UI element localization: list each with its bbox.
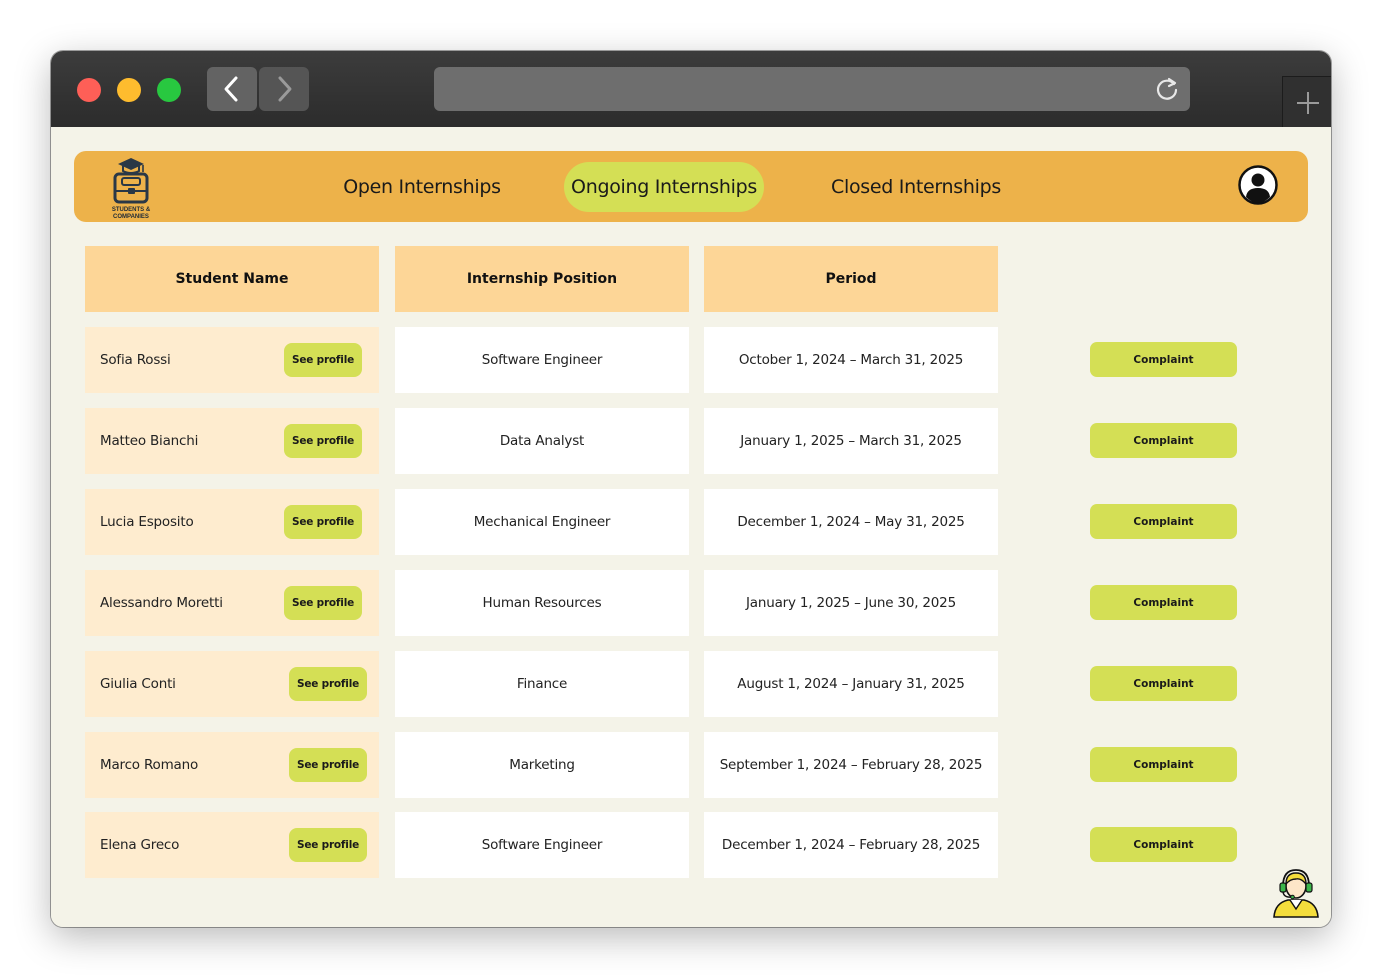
internship-position: Marketing — [395, 732, 689, 798]
tab-closed-internships[interactable]: Closed Internships — [824, 162, 1008, 212]
see-profile-button[interactable]: See profile — [289, 828, 367, 862]
complaint-button[interactable]: Complaint — [1090, 827, 1237, 862]
internship-period: January 1, 2025 – March 31, 2025 — [704, 408, 998, 474]
internship-period: August 1, 2024 – January 31, 2025 — [704, 651, 998, 717]
internship-period: October 1, 2024 – March 31, 2025 — [704, 327, 998, 393]
internship-period: December 1, 2024 – February 28, 2025 — [704, 812, 998, 878]
complaint-button[interactable]: Complaint — [1090, 504, 1237, 539]
table-row-name-cell: Elena Greco See profile — [85, 812, 379, 878]
student-name: Elena Greco — [100, 837, 180, 853]
student-name: Marco Romano — [100, 757, 199, 773]
chevron-left-icon — [224, 76, 238, 102]
page-content: STUDENTS & COMPANIES Open Internships On… — [51, 127, 1331, 927]
browser-window: STUDENTS & COMPANIES Open Internships On… — [51, 51, 1331, 927]
header-internship-position: Internship Position — [395, 246, 689, 312]
maximize-window-button[interactable] — [157, 78, 181, 102]
see-profile-button[interactable]: See profile — [289, 748, 367, 782]
user-profile-icon[interactable] — [1237, 164, 1279, 206]
table-row-name-cell: Giulia Conti See profile — [85, 651, 379, 717]
browser-titlebar — [51, 51, 1331, 128]
see-profile-button[interactable]: See profile — [284, 505, 362, 539]
complaint-button[interactable]: Complaint — [1090, 342, 1237, 377]
internship-position: Finance — [395, 651, 689, 717]
new-tab-button[interactable] — [1282, 76, 1331, 128]
reload-icon[interactable] — [1154, 76, 1180, 102]
table-row-name-cell: Matteo Bianchi See profile — [85, 408, 379, 474]
internship-period: December 1, 2024 – May 31, 2025 — [704, 489, 998, 555]
internship-position: Data Analyst — [395, 408, 689, 474]
see-profile-button[interactable]: See profile — [284, 424, 362, 458]
internship-period: September 1, 2024 – February 28, 2025 — [704, 732, 998, 798]
header-period: Period — [704, 246, 998, 312]
back-button[interactable] — [207, 67, 257, 111]
student-name: Giulia Conti — [100, 676, 176, 692]
complaint-button[interactable]: Complaint — [1090, 423, 1237, 458]
table-row-name-cell: Sofia Rossi See profile — [85, 327, 379, 393]
logo-text-line2: COMPANIES — [113, 213, 149, 220]
see-profile-button[interactable]: See profile — [289, 667, 367, 701]
complaint-button[interactable]: Complaint — [1090, 747, 1237, 782]
see-profile-button[interactable]: See profile — [284, 343, 362, 377]
student-name: Alessandro Moretti — [100, 595, 223, 611]
student-name: Lucia Esposito — [100, 514, 194, 530]
student-name: Matteo Bianchi — [100, 433, 199, 449]
complaint-button[interactable]: Complaint — [1090, 585, 1237, 620]
table-row-name-cell: Lucia Esposito See profile — [85, 489, 379, 555]
header-student-name: Student Name — [85, 246, 379, 312]
student-name: Sofia Rossi — [100, 352, 171, 368]
logo-text: STUDENTS & COMPANIES — [104, 207, 158, 220]
close-window-button[interactable] — [77, 78, 101, 102]
tab-open-internships[interactable]: Open Internships — [336, 162, 508, 212]
table-row-name-cell: Marco Romano See profile — [85, 732, 379, 798]
table-row-name-cell: Alessandro Moretti See profile — [85, 570, 379, 636]
internship-position: Mechanical Engineer — [395, 489, 689, 555]
minimize-window-button[interactable] — [117, 78, 141, 102]
complaint-button[interactable]: Complaint — [1090, 666, 1237, 701]
see-profile-button[interactable]: See profile — [284, 586, 362, 620]
internship-position: Human Resources — [395, 570, 689, 636]
internship-position: Software Engineer — [395, 812, 689, 878]
internship-period: January 1, 2025 – June 30, 2025 — [704, 570, 998, 636]
top-navigation-bar: STUDENTS & COMPANIES Open Internships On… — [74, 151, 1308, 222]
logo-text-line1: STUDENTS & — [111, 207, 151, 213]
plus-icon — [1296, 91, 1319, 114]
address-bar[interactable] — [434, 67, 1190, 111]
customer-support-icon[interactable] — [1270, 867, 1322, 919]
students-companies-logo[interactable]: STUDENTS & COMPANIES — [104, 155, 158, 220]
tab-ongoing-internships[interactable]: Ongoing Internships — [564, 162, 764, 212]
chevron-right-icon — [278, 76, 292, 102]
briefcase-graduation-icon — [113, 158, 149, 204]
forward-button[interactable] — [259, 67, 309, 111]
internship-position: Software Engineer — [395, 327, 689, 393]
